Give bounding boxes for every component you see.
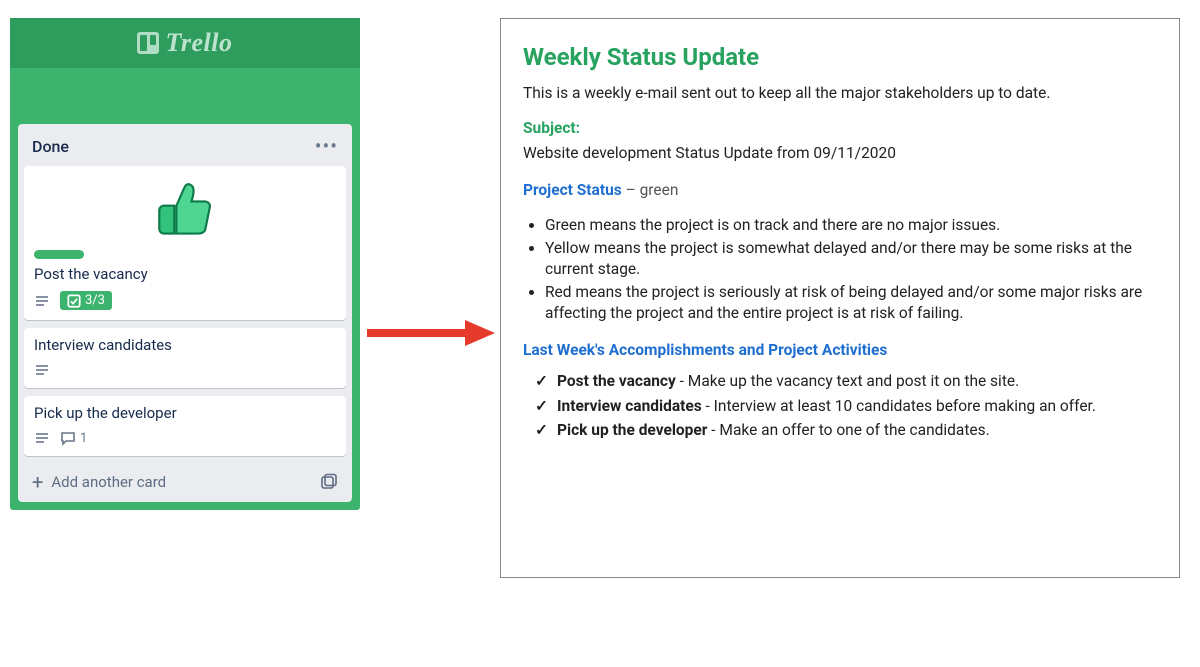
trello-header: Trello [10, 18, 360, 68]
card-post-the-vacancy[interactable]: Post the vacancy 3/3 [24, 166, 346, 320]
list-menu-button[interactable]: ••• [315, 136, 338, 156]
description-icon [34, 362, 50, 378]
trello-logo: Trello [137, 28, 232, 58]
project-status-value: – green [622, 181, 679, 199]
card-pick-up-the-developer[interactable]: Pick up the developer 1 [24, 396, 346, 456]
doc-intro: This is a weekly e-mail sent out to keep… [523, 83, 1157, 104]
doc-title: Weekly Status Update [523, 41, 1157, 73]
status-definition-yellow: Yellow means the project is somewhat del… [545, 238, 1157, 280]
card-title: Interview candidates [34, 336, 336, 354]
checklist-count: 3/3 [85, 293, 105, 308]
accomplishment-item: Interview candidates - Interview at leas… [557, 396, 1157, 417]
checklist-badge: 3/3 [60, 291, 112, 310]
accomplishments-heading: Last Week's Accomplishments and Project … [523, 340, 1157, 361]
card-interview-candidates[interactable]: Interview candidates [24, 328, 346, 388]
comment-badge: 1 [60, 430, 87, 446]
card-title: Post the vacancy [34, 265, 336, 283]
project-status-label: Project Status [523, 181, 622, 199]
project-status-line: Project Status – green [523, 180, 1157, 201]
add-card-label: Add another card [51, 473, 166, 491]
status-definition-green: Green means the project is on track and … [545, 215, 1157, 236]
trello-brand-name: Trello [165, 28, 232, 58]
card-cover [34, 174, 336, 246]
description-icon [34, 430, 50, 446]
add-card-button[interactable]: + Add another card [32, 472, 166, 492]
thumbs-up-icon [150, 180, 220, 240]
arrow [360, 318, 500, 348]
subject-value: Website development Status Update from 0… [523, 143, 1157, 164]
list-done: Done ••• Pos [18, 124, 352, 502]
board-toolbar [10, 68, 360, 124]
status-definitions: Green means the project is on track and … [523, 215, 1157, 324]
accomplishments-list: Post the vacancy - Make up the vacancy t… [523, 371, 1157, 442]
plus-icon: + [32, 472, 43, 492]
trello-logo-icon [137, 32, 159, 54]
list-footer: + Add another card [24, 464, 346, 494]
accomplishment-item: Pick up the developer - Make an offer to… [557, 420, 1157, 441]
card-badges [34, 362, 336, 378]
status-definition-red: Red means the project is seriously at ri… [545, 282, 1157, 324]
trello-board: Trello Done ••• [10, 18, 360, 510]
create-from-template-button[interactable] [320, 473, 338, 491]
comment-icon [60, 430, 76, 446]
card-label-green [34, 250, 84, 259]
card-badges: 3/3 [34, 291, 336, 310]
description-icon [34, 293, 50, 309]
subject-label: Subject: [523, 118, 1157, 139]
card-title: Pick up the developer [34, 404, 336, 422]
accomplishment-item: Post the vacancy - Make up the vacancy t… [557, 371, 1157, 392]
list-title[interactable]: Done [32, 137, 69, 156]
comment-count: 1 [80, 431, 87, 446]
card-badges: 1 [34, 430, 336, 446]
list-header: Done ••• [24, 130, 346, 166]
status-update-document: Weekly Status Update This is a weekly e-… [500, 18, 1180, 578]
